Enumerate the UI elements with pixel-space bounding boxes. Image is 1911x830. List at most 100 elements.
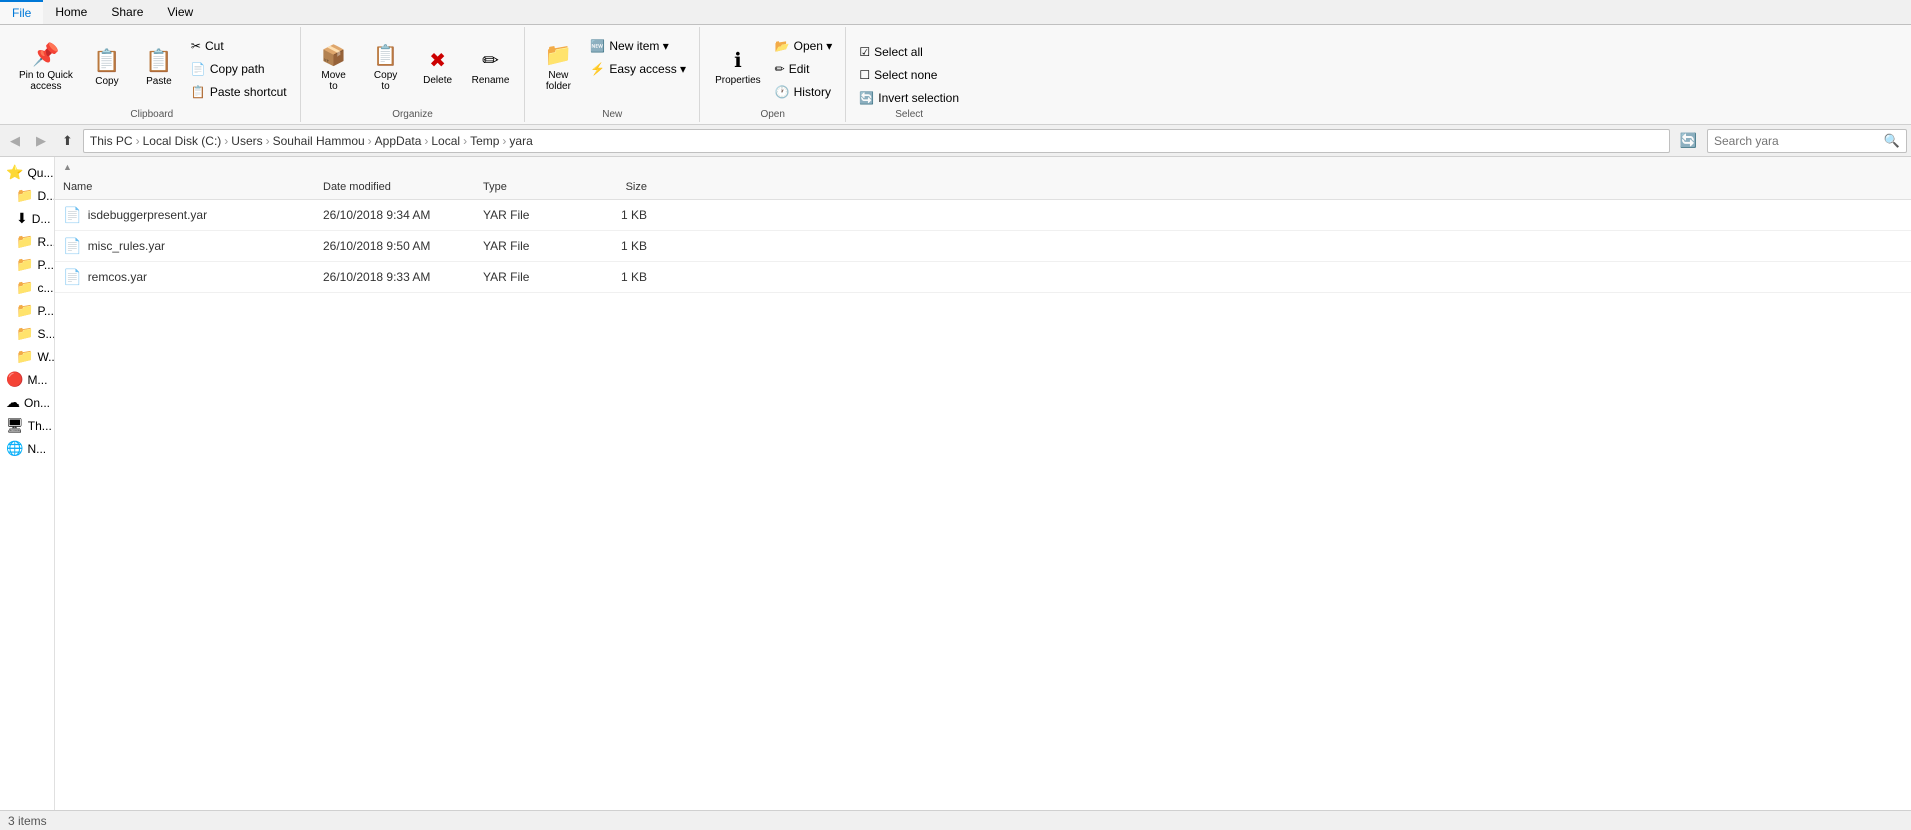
sidebar-item-label: On...	[24, 396, 50, 410]
table-row[interactable]: 📄 remcos.yar 26/10/2018 9:33 AM YAR File…	[55, 262, 1911, 293]
copy-path-button[interactable]: 📄 Copy path	[186, 58, 292, 80]
folder-icon7: 📁	[16, 348, 33, 365]
column-date[interactable]: Date modified	[315, 179, 475, 195]
folder-icon4: 📁	[16, 279, 33, 296]
table-row[interactable]: 📄 misc_rules.yar 26/10/2018 9:50 AM YAR …	[55, 231, 1911, 262]
paste-shortcut-button[interactable]: 📋 Paste shortcut	[186, 81, 292, 103]
tab-home[interactable]: Home	[43, 0, 99, 24]
paste-button[interactable]: 📋 Paste	[134, 31, 184, 103]
sidebar-item-p2[interactable]: 📁 P...	[0, 299, 54, 322]
invert-selection-icon: 🔄	[859, 91, 874, 105]
tab-view[interactable]: View	[155, 0, 205, 24]
copy-icon: 📋	[93, 48, 120, 74]
sidebar-item-quick-access[interactable]: ⭐ Qu...	[0, 161, 54, 184]
open-group: ℹ Properties 📂 Open ▾ ✏ Edit 🕐 History	[700, 27, 846, 122]
paste-shortcut-icon: 📋	[191, 85, 206, 99]
select-group: ☑ Select all ☐ Select none 🔄 Invert sele…	[846, 27, 972, 122]
sidebar-item-label: Th...	[28, 419, 52, 433]
rename-button[interactable]: ✏ Rename	[465, 31, 517, 103]
tab-share[interactable]: Share	[99, 0, 155, 24]
open-button[interactable]: 📂 Open ▾	[770, 35, 838, 57]
breadcrumb-appdata: AppData	[375, 134, 422, 148]
select-none-button[interactable]: ☐ Select none	[854, 64, 964, 86]
cut-button[interactable]: ✂ Cut	[186, 35, 292, 57]
sidebar-item-label: S...	[37, 327, 54, 341]
easy-access-button[interactable]: ⚡ Easy access ▾	[585, 58, 691, 80]
organize-group: 📦 Move to 📋 Copy to ✖ Delete ✏ Rename Or…	[301, 27, 526, 122]
organize-group-label: Organize	[392, 109, 433, 122]
sidebar-item-m[interactable]: 🔴 M...	[0, 368, 54, 391]
file-date: 26/10/2018 9:34 AM	[315, 206, 475, 224]
back-button[interactable]: ◀	[4, 129, 26, 153]
file-name: misc_rules.yar	[88, 239, 165, 253]
file-icon: 📄	[63, 206, 82, 224]
delete-button[interactable]: ✖ Delete	[413, 31, 463, 103]
pin-icon: 📌	[32, 42, 59, 68]
folder-icon3: 📁	[16, 256, 33, 273]
column-type[interactable]: Type	[475, 179, 575, 195]
delete-icon: ✖	[429, 48, 446, 73]
sidebar-item-r[interactable]: 📁 R...	[0, 230, 54, 253]
copy-to-icon: 📋	[373, 43, 398, 68]
sidebar-item-label: P...	[37, 258, 53, 272]
breadcrumb-souhail: Souhail Hammou	[273, 134, 365, 148]
sort-arrow: ▲	[63, 162, 72, 172]
file-date: 26/10/2018 9:50 AM	[315, 237, 475, 255]
breadcrumb-temp: Temp	[470, 134, 499, 148]
new-folder-button[interactable]: 📁 New folder	[533, 31, 583, 103]
properties-icon: ℹ	[734, 48, 742, 73]
new-item-button[interactable]: 🆕 New item ▾	[585, 35, 691, 57]
sidebar-item-p[interactable]: 📁 P...	[0, 253, 54, 276]
sidebar-item-c[interactable]: 📁 c...	[0, 276, 54, 299]
address-bar[interactable]: This PC › Local Disk (C:) › Users › Souh…	[83, 129, 1670, 153]
history-button[interactable]: 🕐 History	[770, 81, 838, 103]
forward-button[interactable]: ▶	[30, 129, 52, 153]
breadcrumb-this-pc: This PC	[90, 134, 133, 148]
pin-to-quick-access-button[interactable]: 📌 Pin to Quick access	[12, 31, 80, 103]
column-size[interactable]: Size	[575, 179, 655, 195]
move-to-button[interactable]: 📦 Move to	[309, 31, 359, 103]
status-text: 3 items	[8, 814, 47, 828]
sidebar-item-downloads[interactable]: ⬇ D...	[0, 207, 54, 230]
table-row[interactable]: 📄 isdebuggerpresent.yar 26/10/2018 9:34 …	[55, 200, 1911, 231]
new-folder-icon: 📁	[545, 42, 572, 68]
sidebar-item-label: W...	[37, 350, 54, 364]
search-bar[interactable]: 🔍	[1707, 129, 1907, 153]
network-icon: 🌐	[6, 440, 23, 457]
file-date: 26/10/2018 9:33 AM	[315, 268, 475, 286]
sidebar-item-this-pc[interactable]: 🖥 Th...	[0, 414, 54, 437]
tab-file[interactable]: File	[0, 0, 43, 24]
sidebar-item-desktop[interactable]: 📁 D...	[0, 184, 54, 207]
sidebar-item-onedrive[interactable]: ☁ On...	[0, 391, 54, 414]
sidebar-item-label: N...	[27, 442, 46, 456]
sidebar-item-label: M...	[27, 373, 47, 387]
invert-selection-button[interactable]: 🔄 Invert selection	[854, 87, 964, 109]
select-all-button[interactable]: ☑ Select all	[854, 41, 964, 63]
star-icon: ⭐	[6, 164, 23, 181]
folder-icon2: 📁	[16, 233, 33, 250]
sidebar-item-s[interactable]: 📁 S...	[0, 322, 54, 345]
file-name: remcos.yar	[88, 270, 147, 284]
file-size: 1 KB	[575, 206, 655, 224]
sidebar-item-label: D...	[37, 189, 54, 203]
file-icon: 📄	[63, 237, 82, 255]
copy-to-button[interactable]: 📋 Copy to	[361, 31, 411, 103]
easy-access-icon: ⚡	[590, 62, 605, 76]
new-item-icon: 🆕	[590, 39, 605, 53]
properties-button[interactable]: ℹ Properties	[708, 31, 768, 103]
column-name[interactable]: Name	[55, 179, 315, 195]
file-type: YAR File	[475, 268, 575, 286]
sidebar-item-w[interactable]: 📁 W...	[0, 345, 54, 368]
sidebar-item-network[interactable]: 🌐 N...	[0, 437, 54, 460]
breadcrumb-users: Users	[231, 134, 262, 148]
select-group-label: Select	[895, 109, 923, 122]
clipboard-group-label: Clipboard	[130, 109, 173, 122]
refresh-button[interactable]: 🔄	[1674, 128, 1703, 153]
copy-button[interactable]: 📋 Copy	[82, 31, 132, 103]
search-input[interactable]	[1714, 134, 1884, 148]
file-size: 1 KB	[575, 237, 655, 255]
up-button[interactable]: ⬆	[56, 129, 79, 153]
folder-icon: 📁	[16, 187, 33, 204]
edit-button[interactable]: ✏ Edit	[770, 58, 838, 80]
breadcrumb-local: Local	[431, 134, 460, 148]
